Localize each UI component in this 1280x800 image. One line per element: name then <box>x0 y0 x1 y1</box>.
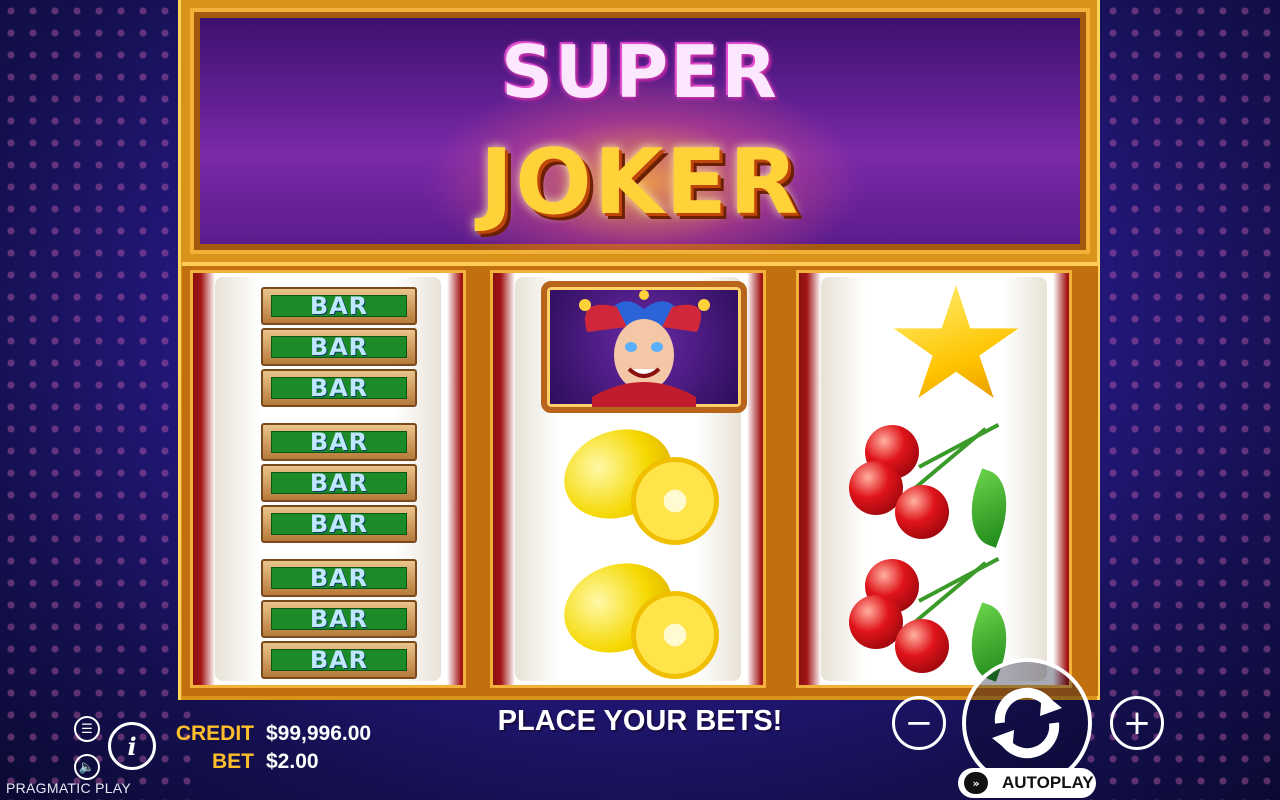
credit-label: CREDIT <box>175 722 254 745</box>
bar-label: BAR <box>271 469 407 497</box>
triple-bar-symbol: BAR BAR BAR <box>261 423 419 546</box>
hamburger-menu-icon: ☰ <box>81 721 93 737</box>
autoplay-icon: » <box>964 772 988 794</box>
increase-bet-button[interactable]: + <box>1110 696 1164 750</box>
bet-value: $2.00 <box>266 750 319 773</box>
bar-symbol: BAR <box>261 641 417 679</box>
bar-symbol: BAR <box>261 328 417 366</box>
status-message: PLACE YOUR BETS! <box>497 705 783 737</box>
provider-logo: PRAGMATIC PLAY <box>6 780 132 796</box>
bar-symbol: BAR <box>261 505 417 543</box>
background-pattern-left <box>0 0 200 800</box>
autoplay-label: AUTOPLAY <box>1002 773 1094 792</box>
game-logo-banner: SUPER JOKER <box>190 8 1090 254</box>
background-pattern-right <box>1080 0 1280 800</box>
triple-bar-symbol: BAR BAR BAR <box>261 287 419 410</box>
autoplay-button[interactable]: » AUTOPLAY <box>958 768 1096 798</box>
reel-3 <box>796 270 1072 688</box>
joker-face-icon <box>579 290 710 407</box>
joker-icon <box>541 281 747 413</box>
bar-symbol: BAR <box>261 423 417 461</box>
bar-label: BAR <box>271 333 407 361</box>
decrease-bet-button[interactable]: − <box>892 696 946 750</box>
bar-label: BAR <box>271 292 407 320</box>
credit-value: $99,996.00 <box>266 722 372 745</box>
reel-2 <box>490 270 766 688</box>
spin-arrows-icon <box>992 687 1062 759</box>
info-button[interactable]: i <box>108 722 156 770</box>
reel-1: BAR BAR BAR BAR BAR BAR BAR BAR BAR <box>190 270 466 688</box>
logo-text-joker: JOKER <box>479 130 801 235</box>
bar-symbol: BAR <box>261 600 417 638</box>
bar-symbol: BAR <box>261 369 417 407</box>
bar-label: BAR <box>271 564 407 592</box>
logo-text-super: SUPER <box>501 30 779 114</box>
bar-label: BAR <box>271 428 407 456</box>
bar-symbol: BAR <box>261 464 417 502</box>
bar-label: BAR <box>271 510 407 538</box>
lemon-slice-icon <box>631 591 719 679</box>
bar-symbol: BAR <box>261 287 417 325</box>
sound-button[interactable]: 🔈 <box>74 754 100 780</box>
speaker-icon: 🔈 <box>78 759 96 775</box>
triple-bar-symbol: BAR BAR BAR <box>261 559 419 682</box>
bet-label: BET <box>212 750 254 773</box>
bar-label: BAR <box>271 646 407 674</box>
bar-label: BAR <box>271 605 407 633</box>
menu-button[interactable]: ☰ <box>74 716 100 742</box>
lemon-slice-icon <box>631 457 719 545</box>
bar-symbol: BAR <box>261 559 417 597</box>
bar-label: BAR <box>271 374 407 402</box>
